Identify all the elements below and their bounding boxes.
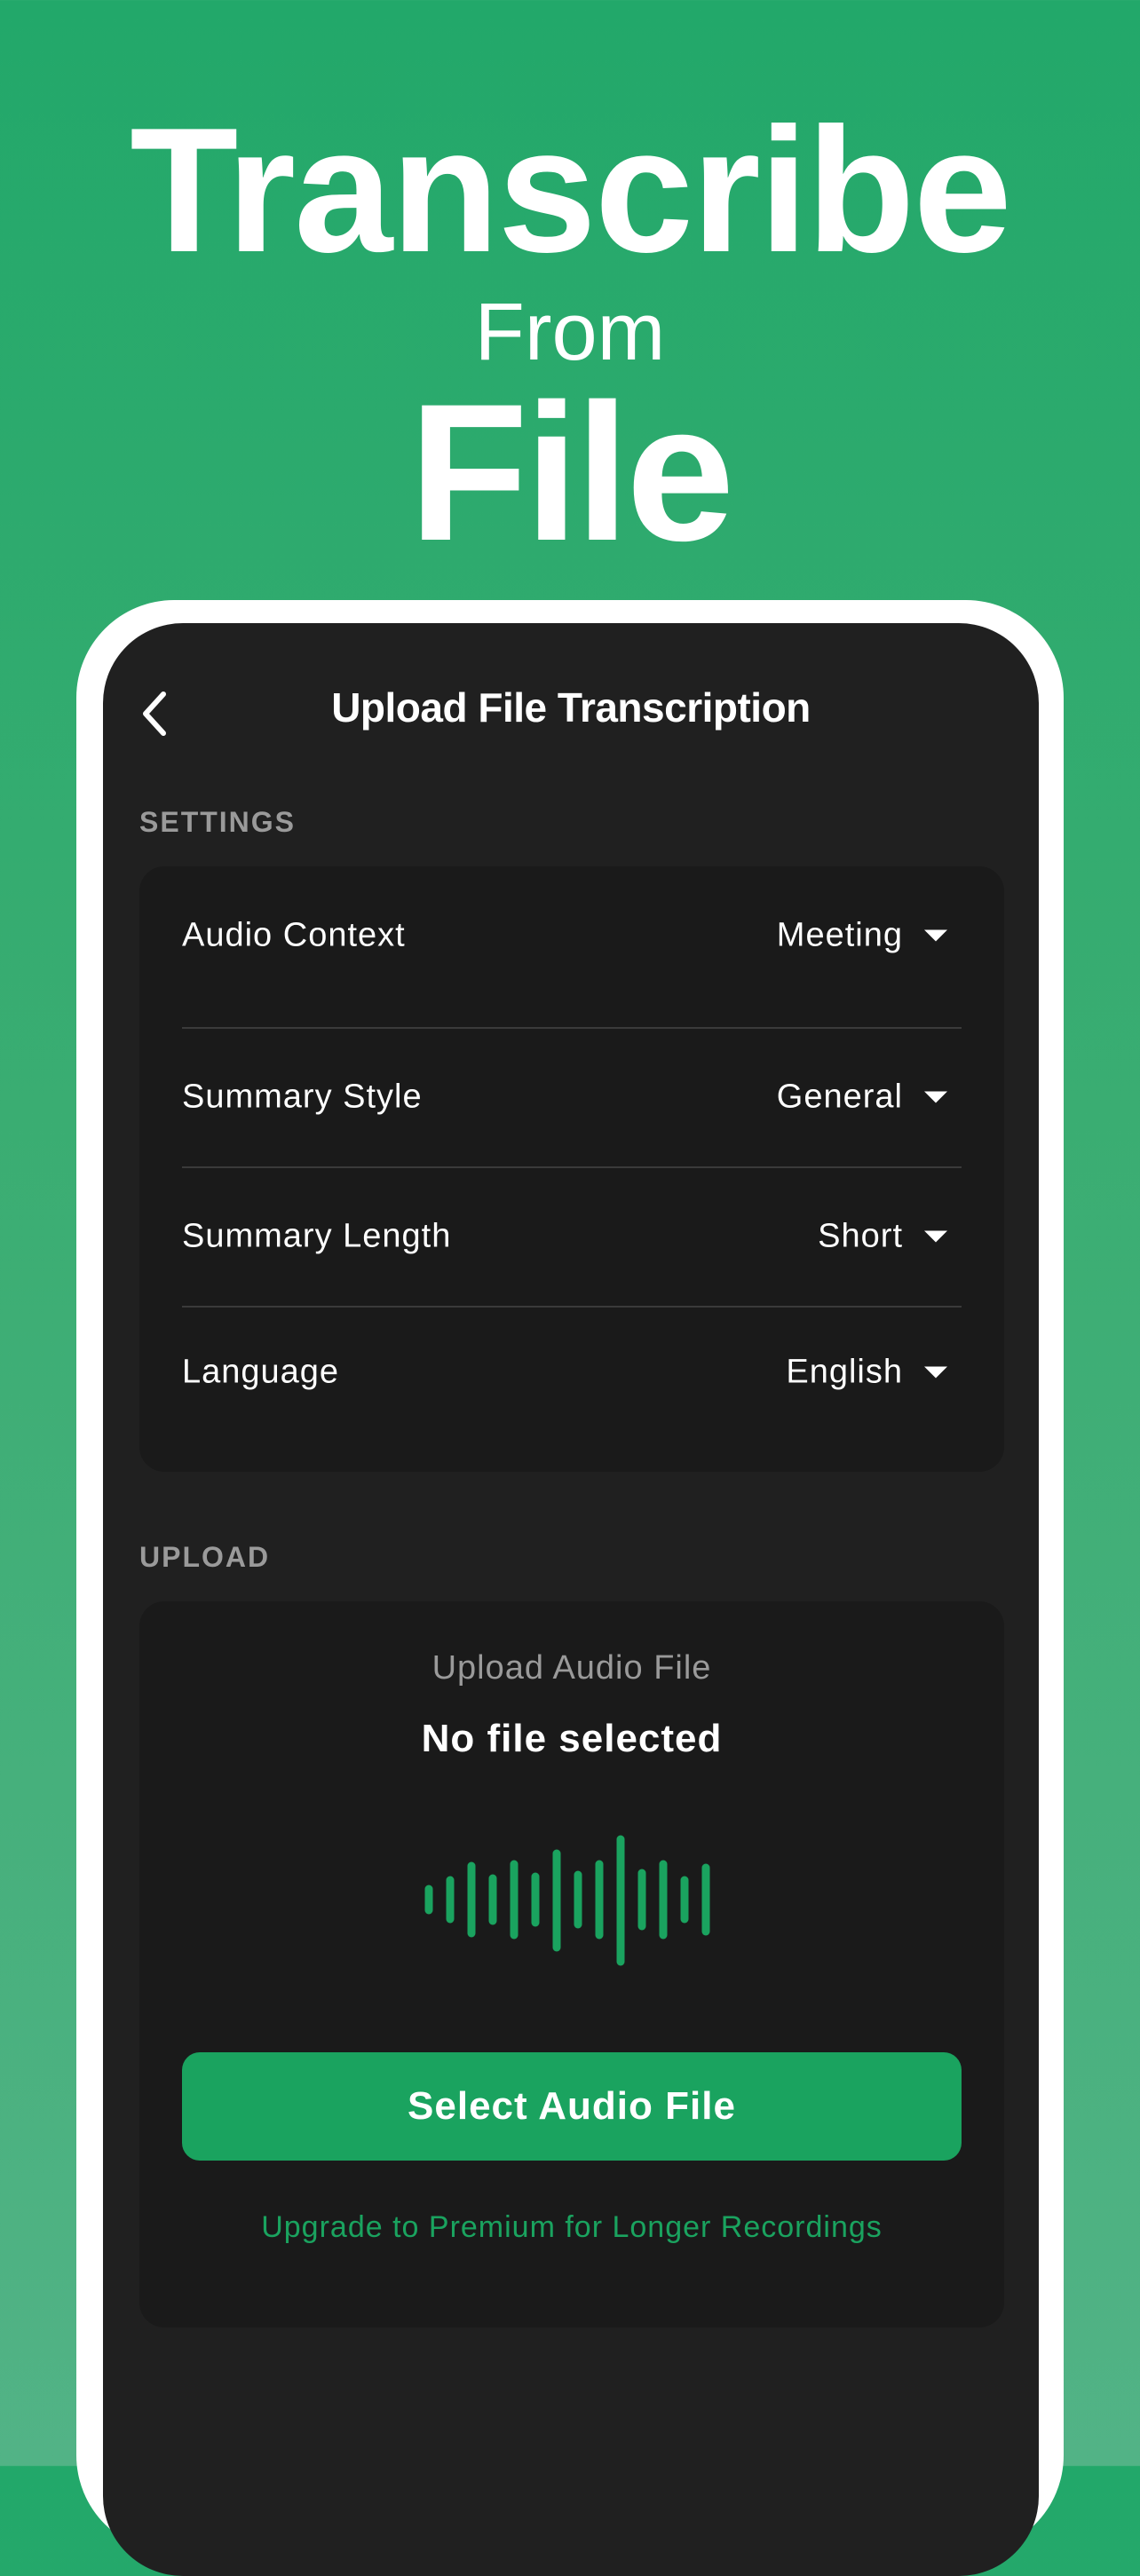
page-title: Upload File Transcription [331,684,811,731]
caret-down-icon [924,1091,947,1103]
select-audio-file-button[interactable]: Select Audio File [182,2052,962,2161]
caret-down-icon [924,1366,947,1379]
file-status: No file selected [421,1717,723,1760]
setting-value: Short [818,1217,903,1255]
setting-value: Meeting [776,916,903,954]
setting-row-audio-context[interactable]: Audio Context Meeting [182,866,962,1005]
phone-screen: Upload File Transcription SETTINGS Audio… [103,623,1039,2576]
upload-subtitle: Upload Audio File [431,1649,712,1687]
hero-title-line3: File [408,363,735,581]
setting-row-summary-style[interactable]: Summary Style General [182,1028,962,1166]
setting-row-summary-length[interactable]: Summary Length Short [182,1167,962,1306]
setting-row-language[interactable]: Language English [182,1303,962,1442]
hero-title-line1: Transcribe [130,91,1012,289]
upload-card: Upload Audio File No file selected Selec… [139,1601,1004,2327]
caret-down-icon [924,1230,947,1243]
waveform-icon [424,1834,722,1967]
caret-down-icon [924,929,947,942]
setting-label: Summary Style [182,1078,423,1116]
setting-label: Audio Context [182,916,406,954]
settings-card: Audio Context Meeting Summary Style Gene… [139,866,1004,1472]
setting-label: Summary Length [182,1217,452,1255]
setting-value: English [786,1353,903,1391]
upload-section-label: UPLOAD [139,1541,271,1573]
hero-title-line2: From [474,287,666,377]
setting-value: General [776,1078,903,1116]
upgrade-premium-link[interactable]: Upgrade to Premium for Longer Recordings [139,2210,1004,2245]
setting-label: Language [182,1353,340,1391]
settings-section-label: SETTINGS [139,806,297,838]
